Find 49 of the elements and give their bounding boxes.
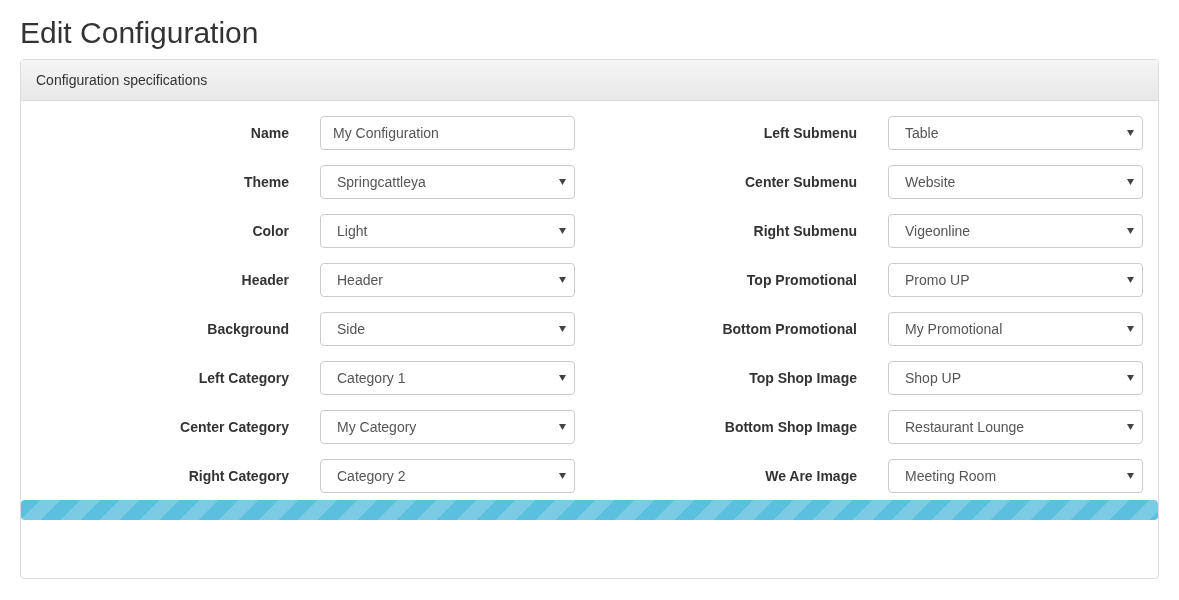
- field-label: Bottom Shop Image: [723, 417, 857, 437]
- field-label: Theme: [242, 172, 289, 192]
- caret-icon: [559, 179, 566, 185]
- caret-icon: [559, 277, 566, 283]
- select-field[interactable]: Vigeonline: [888, 214, 1143, 248]
- text-input[interactable]: My Configuration: [320, 116, 575, 150]
- field-label: Color: [251, 221, 289, 241]
- field-label: We Are Image: [764, 466, 857, 486]
- caret-icon: [559, 326, 566, 332]
- caret-icon: [1127, 277, 1134, 283]
- caret-icon: [559, 375, 566, 381]
- field-label: Right Submenu: [752, 221, 857, 241]
- select-field[interactable]: Springcattleya: [320, 165, 575, 199]
- select-field[interactable]: Table: [888, 116, 1143, 150]
- caret-icon: [1127, 228, 1134, 234]
- field-label: Left Submenu: [762, 123, 857, 143]
- caret-icon: [559, 424, 566, 430]
- caret-icon: [1127, 130, 1134, 136]
- select-field[interactable]: Shop UP: [888, 361, 1143, 395]
- caret-icon: [1127, 179, 1134, 185]
- select-field[interactable]: Meeting Room: [888, 459, 1143, 493]
- caret-icon: [1127, 473, 1134, 479]
- field-label: Name: [249, 123, 289, 143]
- field-label: Right Category: [187, 466, 289, 486]
- select-field[interactable]: My Category: [320, 410, 575, 444]
- page-title: Edit Configuration: [20, 15, 260, 51]
- field-label: Top Promotional: [745, 270, 857, 290]
- caret-icon: [559, 473, 566, 479]
- caret-icon: [1127, 375, 1134, 381]
- field-label: Header: [240, 270, 289, 290]
- select-field[interactable]: Restaurant Lounge: [888, 410, 1143, 444]
- select-field[interactable]: Side: [320, 312, 575, 346]
- select-field[interactable]: Website: [888, 165, 1143, 199]
- select-field[interactable]: Category 1: [320, 361, 575, 395]
- field-label: Center Submenu: [744, 172, 857, 192]
- field-label: Center Category: [179, 417, 289, 437]
- field-label: Background: [206, 319, 289, 339]
- panel-heading: Configuration specifications: [21, 60, 1158, 101]
- select-field[interactable]: Light: [320, 214, 575, 248]
- caret-icon: [1127, 326, 1134, 332]
- select-field[interactable]: My Promotional: [888, 312, 1143, 346]
- caret-icon: [1127, 424, 1134, 430]
- field-label: Left Category: [197, 368, 289, 388]
- field-label: Top Shop Image: [748, 368, 857, 388]
- select-field[interactable]: Category 2: [320, 459, 575, 493]
- field-label: Bottom Promotional: [721, 319, 857, 339]
- select-field[interactable]: Header: [320, 263, 575, 297]
- caret-icon: [559, 228, 566, 234]
- select-field[interactable]: Promo UP: [888, 263, 1143, 297]
